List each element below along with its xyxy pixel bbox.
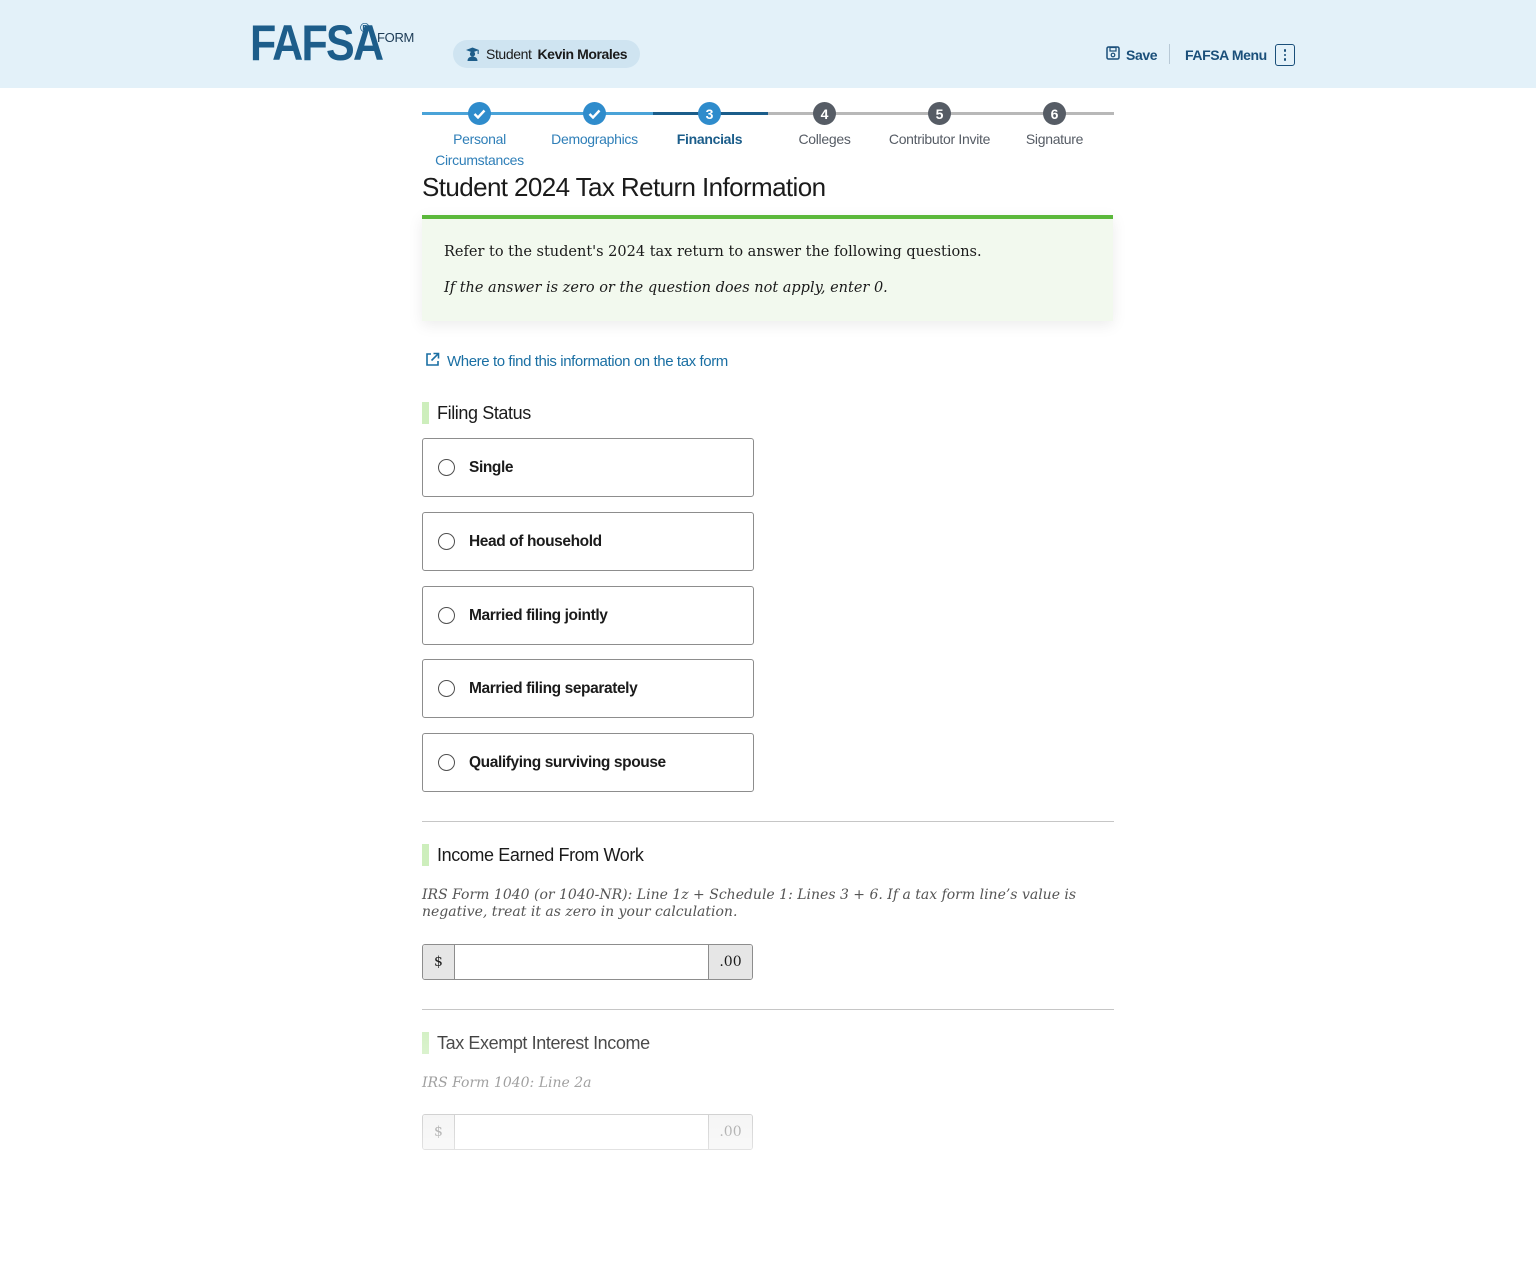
- logo-form-label: FORM: [377, 30, 415, 45]
- step-number: 4: [813, 102, 836, 125]
- income-work-help-text: IRS Form 1040 (or 1040-NR): Line 1z + Sc…: [422, 887, 1077, 920]
- kebab-menu-icon: [1274, 44, 1295, 66]
- radio-label: Qualifying surviving spouse: [469, 753, 666, 771]
- radio-option-head-of-household[interactable]: Head of household: [422, 512, 754, 571]
- graduate-icon: [465, 47, 480, 61]
- step-financials[interactable]: 3 Financials: [652, 102, 767, 150]
- save-label: Save: [1126, 46, 1158, 63]
- student-badge: Student Kevin Morales: [453, 40, 641, 68]
- info-alert: Refer to the student's 2024 tax return t…: [422, 215, 1113, 321]
- income-work-input[interactable]: [455, 945, 708, 979]
- student-role-label: Student: [486, 46, 532, 62]
- step-personal-circumstances[interactable]: Personal Circumstances: [422, 102, 537, 171]
- progress-stepper: Personal Circumstances Demographics 3 Fi…: [422, 100, 1114, 170]
- step-contributor-invite: 5 Contributor Invite: [882, 102, 997, 150]
- radio-option-married-filing-separately[interactable]: Married filing separately: [422, 659, 754, 718]
- step-label: Contributor Invite: [888, 131, 991, 147]
- menu-label: FAFSA Menu: [1185, 47, 1267, 63]
- tax-exempt-help-text: IRS Form 1040: Line 2a: [422, 1075, 592, 1091]
- logo-registered-mark: ®: [360, 20, 370, 35]
- step-signature: 6 Signature: [997, 102, 1112, 150]
- step-label: Colleges: [798, 131, 851, 147]
- fafsa-logo[interactable]: FAFSA ® FORM: [250, 18, 414, 68]
- filing-status-heading: Filing Status: [422, 402, 531, 424]
- step-colleges: 4 Colleges: [767, 102, 882, 150]
- section-accent-bar: [422, 844, 429, 866]
- step-demographics[interactable]: Demographics: [537, 102, 652, 150]
- save-button[interactable]: Save: [1106, 46, 1158, 63]
- radio-button[interactable]: [438, 680, 455, 697]
- section-accent-bar: [422, 402, 429, 424]
- step-number: 6: [1043, 102, 1066, 125]
- step-label: Signature: [1025, 131, 1084, 147]
- radio-option-married-filing-jointly[interactable]: Married filing jointly: [422, 586, 754, 645]
- radio-label: Head of household: [469, 532, 602, 550]
- income-work-heading: Income Earned From Work: [422, 844, 644, 866]
- section-accent-bar: [422, 1032, 429, 1054]
- section-title: Filing Status: [437, 402, 531, 423]
- header-divider: [1169, 44, 1170, 64]
- checkmark-icon: [583, 102, 606, 125]
- cents-suffix: .00: [708, 945, 752, 979]
- step-number: 3: [698, 102, 721, 125]
- tax-exempt-input[interactable]: [455, 1115, 708, 1149]
- step-label: Personal Circumstances: [435, 131, 524, 168]
- tax-exempt-heading: Tax Exempt Interest Income: [422, 1032, 650, 1054]
- section-title: Income Earned From Work: [437, 844, 644, 865]
- section-divider: [422, 821, 1114, 822]
- radio-label: Married filing separately: [469, 679, 638, 697]
- step-label: Demographics: [551, 131, 638, 147]
- scroll-fade-overlay: [0, 1010, 1536, 1266]
- student-name: Kevin Morales: [537, 46, 628, 62]
- tax-form-help-link[interactable]: Where to find this information on the ta…: [425, 352, 728, 371]
- step-label: Financials: [676, 131, 743, 147]
- radio-label: Married filing jointly: [469, 606, 608, 624]
- save-icon: [1106, 46, 1120, 63]
- income-work-amount-field: $ .00: [422, 944, 753, 980]
- checkmark-icon: [468, 102, 491, 125]
- dollar-prefix: $: [423, 945, 455, 979]
- radio-button[interactable]: [438, 754, 455, 771]
- site-header: FAFSA ® FORM Student Kevin Morales Save …: [0, 0, 1536, 88]
- radio-button[interactable]: [438, 607, 455, 624]
- cents-suffix: .00: [708, 1115, 752, 1149]
- radio-option-qualifying-surviving-spouse[interactable]: Qualifying surviving spouse: [422, 733, 754, 792]
- radio-label: Single: [469, 458, 514, 476]
- info-text: Refer to the student's 2024 tax return t…: [444, 244, 982, 260]
- section-title: Tax Exempt Interest Income: [437, 1032, 650, 1053]
- fafsa-menu-button[interactable]: FAFSA Menu: [1185, 44, 1295, 66]
- radio-button[interactable]: [438, 459, 455, 476]
- tax-exempt-amount-field: $ .00: [422, 1114, 753, 1150]
- section-divider: [422, 1009, 1114, 1010]
- tax-form-help-link-label: Where to find this information on the ta…: [447, 353, 728, 370]
- external-link-icon: [425, 352, 440, 371]
- radio-button[interactable]: [438, 533, 455, 550]
- info-note: If the answer is zero or the question do…: [444, 280, 888, 296]
- page-title: Student 2024 Tax Return Information: [422, 172, 826, 202]
- radio-option-single[interactable]: Single: [422, 438, 754, 497]
- step-number: 5: [928, 102, 951, 125]
- dollar-prefix: $: [423, 1115, 455, 1149]
